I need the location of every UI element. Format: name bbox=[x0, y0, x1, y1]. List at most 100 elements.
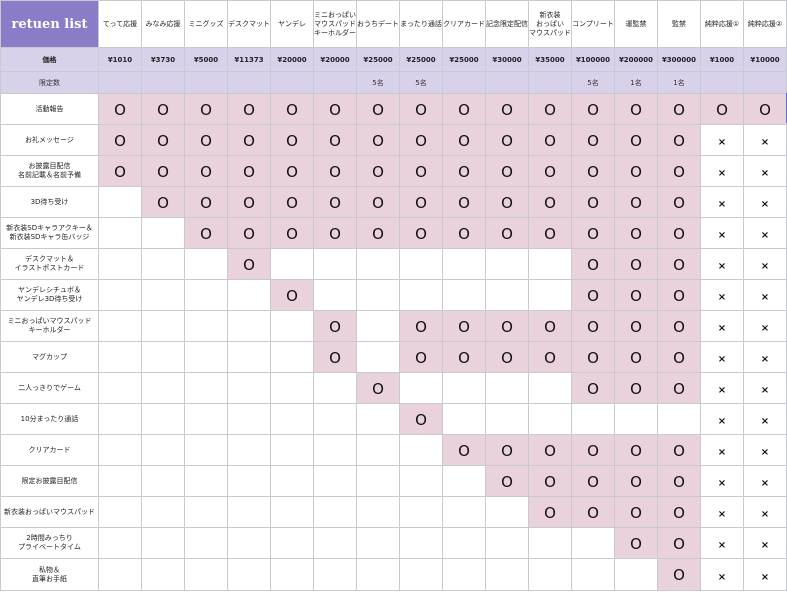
included-cell[interactable]: O bbox=[356, 155, 400, 187]
excluded-cell[interactable]: × bbox=[743, 279, 787, 311]
empty-cell[interactable] bbox=[227, 558, 271, 591]
price-cell[interactable]: ¥30000 bbox=[485, 47, 529, 72]
empty-cell[interactable] bbox=[442, 403, 486, 435]
included-cell[interactable]: O bbox=[657, 465, 701, 497]
price-cell[interactable]: ¥10000 bbox=[743, 47, 787, 72]
limit-cell[interactable]: 1名 bbox=[657, 71, 701, 94]
empty-cell[interactable] bbox=[141, 310, 185, 342]
empty-cell[interactable] bbox=[141, 496, 185, 528]
included-cell[interactable]: O bbox=[399, 93, 443, 125]
included-cell[interactable]: O bbox=[98, 124, 142, 156]
empty-cell[interactable] bbox=[356, 465, 400, 497]
included-cell[interactable]: O bbox=[227, 93, 271, 125]
empty-cell[interactable] bbox=[442, 527, 486, 559]
empty-cell[interactable] bbox=[356, 341, 400, 373]
price-cell[interactable]: ¥1000 bbox=[700, 47, 744, 72]
empty-cell[interactable] bbox=[141, 372, 185, 404]
empty-cell[interactable] bbox=[571, 527, 615, 559]
limit-cell[interactable] bbox=[227, 71, 271, 94]
column-header[interactable]: みなみ応援 bbox=[141, 0, 185, 48]
empty-cell[interactable] bbox=[98, 403, 142, 435]
excluded-cell[interactable]: × bbox=[700, 186, 744, 218]
included-cell[interactable]: O bbox=[227, 155, 271, 187]
included-cell[interactable]: O bbox=[528, 217, 572, 249]
limit-cell[interactable] bbox=[442, 71, 486, 94]
included-cell[interactable]: O bbox=[485, 434, 529, 466]
included-cell[interactable]: O bbox=[485, 310, 529, 342]
column-header[interactable]: 記念限定配信 bbox=[485, 0, 529, 48]
included-cell[interactable]: O bbox=[399, 124, 443, 156]
excluded-cell[interactable]: × bbox=[743, 186, 787, 218]
included-cell[interactable]: O bbox=[184, 124, 228, 156]
row-label[interactable]: クリアカード bbox=[0, 434, 99, 466]
included-cell[interactable]: O bbox=[184, 93, 228, 125]
included-cell[interactable]: O bbox=[743, 93, 787, 125]
empty-cell[interactable] bbox=[485, 527, 529, 559]
empty-cell[interactable] bbox=[98, 310, 142, 342]
excluded-cell[interactable]: × bbox=[743, 341, 787, 373]
empty-cell[interactable] bbox=[528, 248, 572, 280]
limit-cell[interactable] bbox=[313, 71, 357, 94]
row-label[interactable]: お披露目配信 名前記載＆名前予備 bbox=[0, 155, 99, 187]
empty-cell[interactable] bbox=[184, 465, 228, 497]
column-header[interactable]: 純粋応援② bbox=[743, 0, 787, 48]
column-header[interactable]: まったり通話 bbox=[399, 0, 443, 48]
included-cell[interactable]: O bbox=[571, 248, 615, 280]
included-cell[interactable]: O bbox=[571, 155, 615, 187]
included-cell[interactable]: O bbox=[571, 279, 615, 311]
price-cell[interactable]: ¥11373 bbox=[227, 47, 271, 72]
excluded-cell[interactable]: × bbox=[700, 310, 744, 342]
empty-cell[interactable] bbox=[356, 279, 400, 311]
empty-cell[interactable] bbox=[98, 186, 142, 218]
empty-cell[interactable] bbox=[356, 248, 400, 280]
price-cell[interactable]: ¥3730 bbox=[141, 47, 185, 72]
empty-cell[interactable] bbox=[399, 279, 443, 311]
included-cell[interactable]: O bbox=[657, 372, 701, 404]
included-cell[interactable]: O bbox=[571, 372, 615, 404]
empty-cell[interactable] bbox=[614, 403, 658, 435]
empty-cell[interactable] bbox=[399, 527, 443, 559]
price-cell[interactable]: ¥25000 bbox=[399, 47, 443, 72]
included-cell[interactable]: O bbox=[657, 217, 701, 249]
row-label[interactable]: 新衣装SDキャラアクキー＆ 新衣装SDキャラ缶バッジ bbox=[0, 217, 99, 249]
included-cell[interactable]: O bbox=[184, 217, 228, 249]
empty-cell[interactable] bbox=[98, 217, 142, 249]
empty-cell[interactable] bbox=[227, 527, 271, 559]
row-label[interactable]: ミニおっぱいマウスパッド キーホルダー bbox=[0, 310, 99, 342]
price-cell[interactable]: ¥300000 bbox=[657, 47, 701, 72]
row-label[interactable]: 10分まったり通話 bbox=[0, 403, 99, 435]
included-cell[interactable]: O bbox=[528, 496, 572, 528]
limit-cell[interactable] bbox=[743, 71, 787, 94]
empty-cell[interactable] bbox=[270, 527, 314, 559]
empty-cell[interactable] bbox=[227, 465, 271, 497]
included-cell[interactable]: O bbox=[614, 372, 658, 404]
empty-cell[interactable] bbox=[184, 248, 228, 280]
row-label[interactable]: 私物＆ 直筆お手紙 bbox=[0, 558, 99, 591]
row-label[interactable]: 二人っきりでゲーム bbox=[0, 372, 99, 404]
empty-cell[interactable] bbox=[442, 248, 486, 280]
excluded-cell[interactable]: × bbox=[700, 496, 744, 528]
excluded-cell[interactable]: × bbox=[700, 403, 744, 435]
excluded-cell[interactable]: × bbox=[743, 124, 787, 156]
included-cell[interactable]: O bbox=[528, 124, 572, 156]
empty-cell[interactable] bbox=[98, 434, 142, 466]
empty-cell[interactable] bbox=[528, 403, 572, 435]
excluded-cell[interactable]: × bbox=[743, 217, 787, 249]
included-cell[interactable]: O bbox=[485, 93, 529, 125]
included-cell[interactable]: O bbox=[657, 124, 701, 156]
empty-cell[interactable] bbox=[485, 496, 529, 528]
included-cell[interactable]: O bbox=[485, 341, 529, 373]
included-cell[interactable]: O bbox=[141, 93, 185, 125]
column-header[interactable]: クリアカード bbox=[442, 0, 486, 48]
empty-cell[interactable] bbox=[313, 465, 357, 497]
excluded-cell[interactable]: × bbox=[700, 279, 744, 311]
included-cell[interactable]: O bbox=[442, 434, 486, 466]
included-cell[interactable]: O bbox=[485, 124, 529, 156]
included-cell[interactable]: O bbox=[141, 186, 185, 218]
row-label[interactable]: お礼メッセージ bbox=[0, 124, 99, 156]
empty-cell[interactable] bbox=[442, 279, 486, 311]
empty-cell[interactable] bbox=[356, 558, 400, 591]
empty-cell[interactable] bbox=[270, 465, 314, 497]
included-cell[interactable]: O bbox=[614, 341, 658, 373]
empty-cell[interactable] bbox=[313, 403, 357, 435]
